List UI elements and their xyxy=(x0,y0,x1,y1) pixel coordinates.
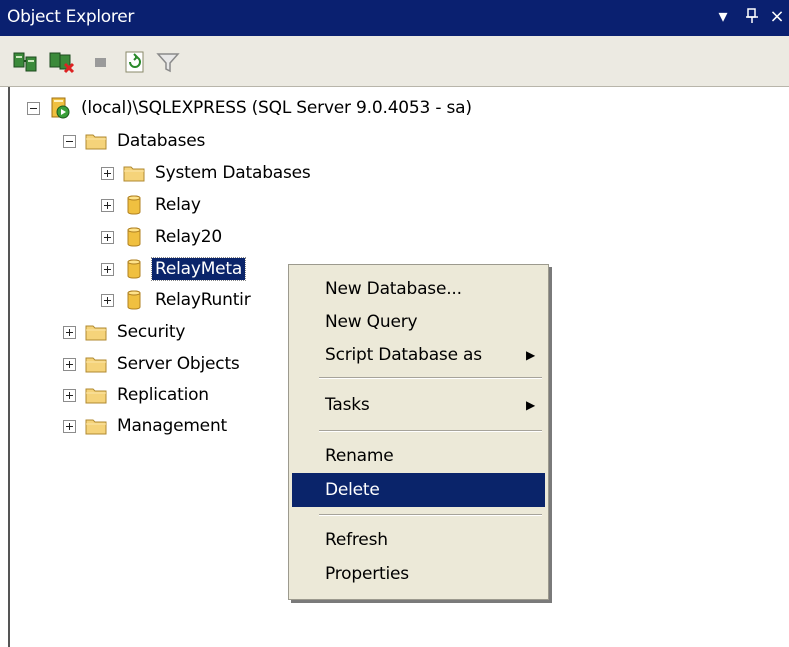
submenu-arrow-icon: ▶ xyxy=(525,348,535,362)
folder-icon xyxy=(85,134,107,150)
tree-node-security[interactable]: Security xyxy=(63,317,188,347)
menu-item-rename[interactable]: Rename xyxy=(292,439,545,473)
tree-node-server-objects[interactable]: Server Objects xyxy=(63,349,243,379)
expand-icon[interactable] xyxy=(101,262,114,276)
expand-icon[interactable] xyxy=(101,198,114,212)
tree-node-relaymeta[interactable]: RelayMeta xyxy=(101,254,247,284)
connect-icon[interactable] xyxy=(12,49,42,75)
relay20-label: Relay20 xyxy=(155,227,222,247)
expand-icon[interactable] xyxy=(101,166,114,180)
database-icon xyxy=(127,290,141,310)
menu-separator xyxy=(319,514,542,516)
tree-node-databases[interactable]: Databases xyxy=(63,126,208,156)
tasks-label: Tasks xyxy=(325,395,370,415)
window-position-dropdown-icon[interactable]: ▾ xyxy=(713,5,733,29)
expand-icon[interactable] xyxy=(63,357,76,371)
tree-node-relay20[interactable]: Relay20 xyxy=(101,222,225,252)
stop-icon[interactable] xyxy=(88,49,118,75)
management-label: Management xyxy=(117,416,227,436)
panel-title: Object Explorer xyxy=(7,7,135,27)
database-icon xyxy=(127,195,141,215)
server-objects-label: Server Objects xyxy=(117,354,240,374)
submenu-arrow-icon: ▶ xyxy=(525,398,535,412)
object-explorer-toolbar xyxy=(0,36,789,87)
tree-node-relay[interactable]: Relay xyxy=(101,190,204,220)
server-label: (local)\SQLEXPRESS (SQL Server 9.0.4053 … xyxy=(81,98,472,118)
expand-icon[interactable] xyxy=(63,325,76,339)
tree-node-replication[interactable]: Replication xyxy=(63,380,212,410)
disconnect-icon[interactable] xyxy=(48,49,78,75)
collapse-icon[interactable] xyxy=(63,134,76,148)
tree-node-system-databases[interactable]: System Databases xyxy=(101,158,314,188)
folder-icon xyxy=(85,419,107,435)
close-icon[interactable]: × xyxy=(767,5,787,29)
expand-icon[interactable] xyxy=(101,293,114,307)
folder-icon xyxy=(85,388,107,404)
menu-item-delete[interactable]: Delete xyxy=(292,473,545,507)
folder-icon xyxy=(85,325,107,341)
expand-icon[interactable] xyxy=(101,230,114,244)
collapse-icon[interactable] xyxy=(27,101,40,115)
expand-icon[interactable] xyxy=(63,419,76,433)
menu-separator xyxy=(319,430,542,432)
object-explorer-titlebar: Object Explorer ▾ × xyxy=(0,0,789,36)
pin-icon[interactable] xyxy=(742,5,762,31)
folder-icon xyxy=(85,357,107,373)
databases-label: Databases xyxy=(117,131,206,151)
tree-node-relayruntime[interactable]: RelayRuntir xyxy=(101,285,253,315)
database-icon xyxy=(127,227,141,247)
menu-item-new-query[interactable]: New Query xyxy=(292,305,545,339)
filter-icon[interactable] xyxy=(154,49,184,75)
menu-item-script-database-as[interactable]: Script Database as ▶ xyxy=(292,338,545,372)
tree-node-management[interactable]: Management xyxy=(63,411,230,441)
menu-item-properties[interactable]: Properties xyxy=(292,557,545,591)
system-databases-label: System Databases xyxy=(155,163,311,183)
relay-label: Relay xyxy=(155,195,201,215)
security-label: Security xyxy=(117,322,186,342)
menu-separator xyxy=(319,377,542,379)
relayruntime-label: RelayRuntir xyxy=(155,290,251,310)
menu-item-refresh[interactable]: Refresh xyxy=(292,523,545,557)
expand-icon[interactable] xyxy=(63,388,76,402)
replication-label: Replication xyxy=(117,385,209,405)
database-icon xyxy=(127,259,141,279)
folder-icon xyxy=(123,166,145,182)
script-database-as-label: Script Database as xyxy=(325,345,482,365)
menu-item-tasks[interactable]: Tasks ▶ xyxy=(292,388,545,422)
refresh-icon[interactable] xyxy=(120,49,150,75)
menu-item-new-database[interactable]: New Database... xyxy=(292,272,545,306)
relaymeta-label-selected: RelayMeta xyxy=(150,257,247,281)
server-icon xyxy=(51,97,70,119)
tree-node-server[interactable]: (local)\SQLEXPRESS (SQL Server 9.0.4053 … xyxy=(27,93,475,123)
context-menu: New Database... New Query Script Databas… xyxy=(288,264,549,600)
